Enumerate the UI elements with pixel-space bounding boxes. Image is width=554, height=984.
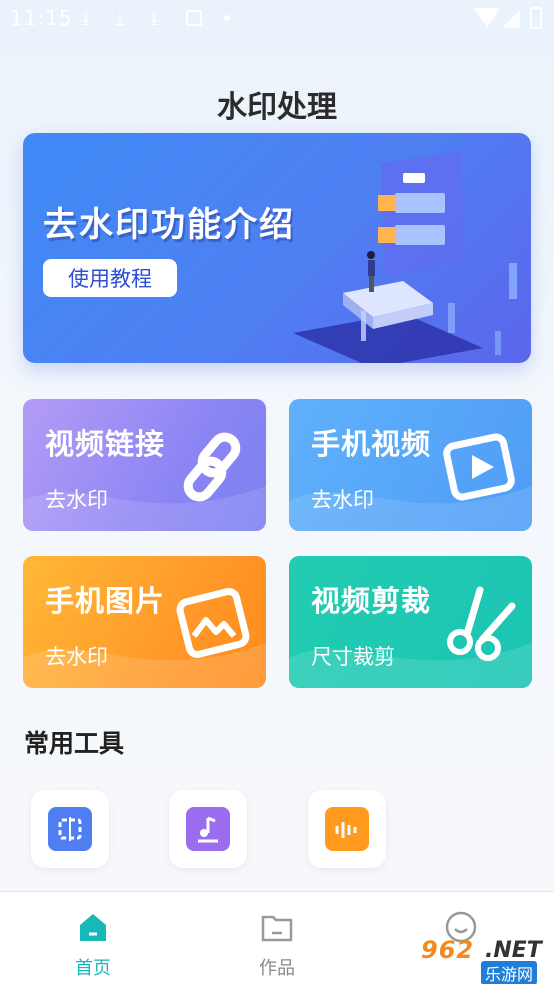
- download-icon: ⤓: [150, 8, 158, 29]
- image-icon: [176, 587, 250, 659]
- page-title: 水印处理: [217, 90, 337, 125]
- signal-icon: [502, 10, 520, 28]
- card-title: 视频链接: [45, 427, 166, 461]
- scissors-icon: [447, 586, 516, 661]
- banner-title: 去水印功能介绍: [43, 205, 295, 245]
- link-icon: [183, 432, 241, 502]
- card-subtitle: 尺寸裁剪: [311, 645, 395, 669]
- site-watermark: 962 .NET 乐游网: [413, 934, 551, 984]
- nav-works[interactable]: 作品: [217, 892, 337, 984]
- card-subtitle: 去水印: [45, 488, 108, 512]
- card-subtitle: 去水印: [45, 645, 108, 669]
- notification-image-icon: [186, 10, 202, 26]
- tool-music[interactable]: [169, 790, 247, 868]
- card-title: 视频剪裁: [311, 584, 432, 618]
- download-icon: ⤓: [116, 8, 124, 29]
- watermark-site: 乐游网: [481, 961, 538, 984]
- nav-label: 首页: [75, 958, 111, 979]
- card-video-crop[interactable]: 视频剪裁 尺寸裁剪: [289, 556, 532, 688]
- tutorial-button[interactable]: 使用教程: [43, 259, 177, 297]
- wifi-icon: [474, 8, 500, 28]
- music-icon: [186, 807, 230, 851]
- card-video-link[interactable]: 视频链接 去水印: [23, 399, 266, 531]
- watermark-suffix: .NET: [485, 938, 542, 963]
- banner-illustration: [293, 151, 517, 363]
- battery-icon: [530, 7, 542, 29]
- banner[interactable]: 去水印功能介绍 使用教程: [23, 133, 531, 363]
- card-phone-image[interactable]: 手机图片 去水印: [23, 556, 266, 688]
- card-title: 手机图片: [45, 584, 166, 618]
- audio-icon: [325, 807, 369, 851]
- home-icon: [80, 914, 106, 941]
- folder-icon: [261, 915, 293, 942]
- split-icon: [48, 807, 92, 851]
- status-bar: 11:15 ⤓ ⤓ ⤓: [0, 0, 554, 38]
- card-title: 手机视频: [311, 427, 432, 461]
- card-phone-video[interactable]: 手机视频 去水印: [289, 399, 532, 531]
- section-title-common-tools: 常用工具: [24, 729, 125, 758]
- tool-split[interactable]: [31, 790, 109, 868]
- notification-dot-icon: [224, 15, 230, 21]
- tool-audio[interactable]: [308, 790, 386, 868]
- nav-home[interactable]: 首页: [33, 892, 153, 984]
- watermark-number: 962: [421, 936, 475, 964]
- status-time: 11:15: [10, 6, 73, 30]
- card-subtitle: 去水印: [311, 488, 374, 512]
- video-play-icon: [443, 433, 515, 501]
- download-icon: ⤓: [82, 8, 90, 29]
- nav-label: 作品: [259, 958, 295, 979]
